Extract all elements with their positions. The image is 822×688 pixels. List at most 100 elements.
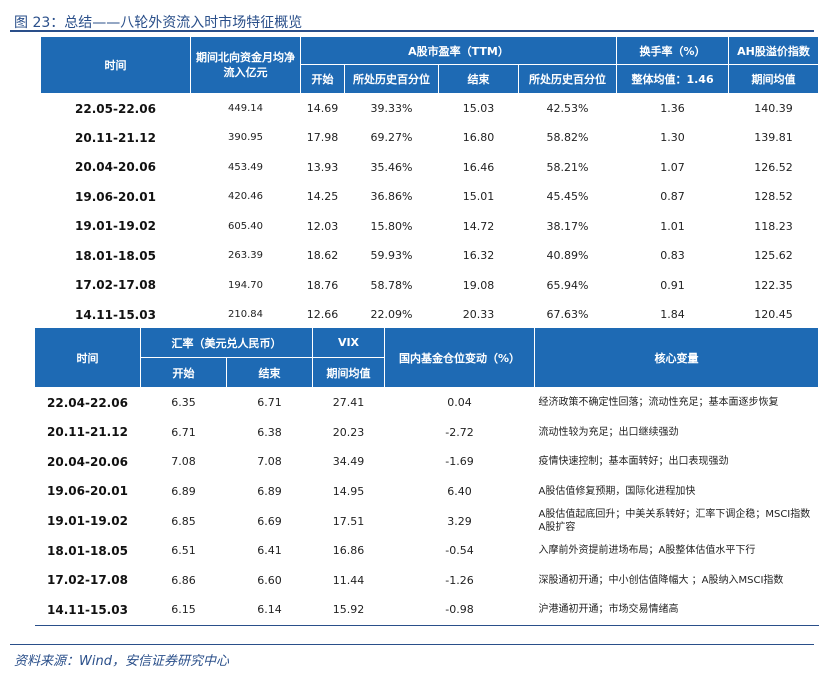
fund-change-cell: -0.98 [384,595,535,626]
vix-cell: 27.41 [312,387,385,418]
pe-start-cell: 14.69 [300,93,345,123]
fund-change-cell: -0.54 [445,544,474,558]
table-row: 20.04-20.06 7.08 7.08 34.49 -1.69 疫情快速控制… [35,447,819,477]
pe-end-percentile-cell: 58.21% [546,160,589,174]
vix-cell: 11.44 [332,573,365,587]
pe-end-cell: 16.32 [462,249,495,263]
flow-cell: 449.14 [190,93,301,123]
fx-end-cell: 6.89 [257,484,282,498]
pe-start-percentile-cell: 22.09% [344,300,439,330]
header-ah-period-average: 期间均值 [728,64,820,94]
core-variable-cell: A股估值修复预期，国际化进程加快 [538,485,696,497]
vix-cell: 20.23 [332,425,365,439]
turnover-cell: 1.30 [660,131,685,145]
period-cell: 20.04-20.06 [75,160,156,175]
ah-premium-cell: 125.62 [754,249,793,263]
table-row: 14.11-15.03 210.84 12.66 22.09% 20.33 67… [40,300,819,330]
fx-end-cell: 7.08 [257,455,282,469]
period-cell: 19.06-20.01 [47,484,128,499]
ah-premium-cell: 128.52 [754,190,793,204]
core-variable-cell: 入摩前外资提前进场布局；A股整体估值水平下行 [538,545,756,557]
header-pe-start-percentile: 所处历史百分位 [344,64,439,94]
header-ah-premium-group: AH股溢价指数 [728,36,820,65]
ah-premium-cell: 120.45 [728,300,819,330]
fx-start-cell: 7.08 [171,455,196,469]
table-row: 19.01-19.02 6.85 6.69 17.51 3.29 A股估值起底回… [35,506,819,536]
header-pe-end-percentile: 所处历史百分位 [517,64,618,94]
pe-end-percentile-cell: 38.17% [546,219,589,233]
header-time: 时间 [34,327,141,388]
core-variable-cell: A股估值起底回升；中美关系转好；汇率下调企稳；MSCI指数A股扩容 [538,509,811,534]
pe-end-percentile-cell: 58.82% [546,131,589,145]
period-cell: 17.02-17.08 [47,573,128,588]
period-cell: 19.01-19.02 [47,514,128,529]
pe-start-cell: 14.25 [306,190,339,204]
core-variable-cell: 经济政策不确定性回落；流动性充足；基本面逐步恢复 [534,387,819,418]
flow-cell: 605.40 [228,220,263,232]
table-row: 19.06-20.01 420.46 14.25 36.86% 15.01 45… [41,182,819,212]
pe-start-cell: 12.03 [306,219,339,233]
source-note: 资料来源：Wind，安信证券研究中心 [14,654,229,669]
table-row: 17.02-17.08 194.70 18.76 58.78% 19.08 65… [41,271,819,301]
header-fund-position-change: 国内基金仓位变动（%） [384,327,535,388]
source-rule [10,644,814,645]
table-row: 22.05-22.06 449.14 14.69 39.33% 15.03 42… [40,93,819,123]
fx-end-cell: 6.14 [226,595,313,626]
period-cell: 14.11-15.03 [34,595,141,626]
fx-start-cell: 6.71 [171,425,196,439]
table-row: 19.06-20.01 6.89 6.89 14.95 6.40 A股估值修复预… [35,477,819,507]
core-variable-cell: 流动性较为充足；出口继续强劲 [538,426,679,438]
pe-end-percentile-cell: 65.94% [546,278,589,292]
pe-end-percentile-cell: 67.63% [518,300,617,330]
flow-cell: 453.49 [228,161,263,173]
flow-cell: 263.39 [228,250,263,262]
pe-start-cell: 18.76 [306,278,339,292]
fx-start-cell: 6.51 [171,544,196,558]
period-cell: 20.04-20.06 [47,454,128,469]
pe-start-percentile-cell: 69.27% [370,131,413,145]
header-time: 时间 [40,36,191,94]
pe-start-percentile-cell: 35.46% [370,160,413,174]
fx-start-cell: 6.89 [171,484,196,498]
fund-change-cell: 3.29 [447,514,472,528]
table-row: 20.11-21.12 390.95 17.98 69.27% 16.80 58… [41,123,819,153]
period-cell: 22.05-22.06 [40,93,191,123]
ah-premium-cell: 126.52 [754,160,793,174]
pe-start-percentile-cell: 36.86% [370,190,413,204]
period-cell: 20.11-21.12 [75,130,156,145]
fund-change-cell: 6.40 [447,484,472,498]
fx-end-cell: 6.38 [257,425,282,439]
header-northbound-flow: 期间北向资金月均净流入亿元 [190,36,301,94]
pe-start-cell: 12.66 [300,300,345,330]
header-vix-group: VIX [312,327,385,358]
pe-end-cell: 16.80 [462,131,495,145]
pe-start-cell: 13.93 [306,160,339,174]
pe-end-cell: 19.08 [462,278,495,292]
period-cell: 22.04-22.06 [34,387,141,418]
core-variable-cell: 深股通初开通；中小创估值降幅大 ；A股纳入MSCI指数 [538,574,784,586]
table-row: 18.01-18.05 6.51 6.41 16.86 -0.54 入摩前外资提… [35,536,819,566]
pe-end-cell: 20.33 [438,300,519,330]
table-row: 22.04-22.06 6.35 6.71 27.41 0.04 经济政策不确定… [34,387,819,418]
pe-start-percentile-cell: 58.78% [370,278,413,292]
pe-start-percentile-cell: 15.80% [370,219,413,233]
fx-start-cell: 6.35 [140,387,227,418]
header-pe-start: 开始 [300,64,345,94]
period-cell: 18.01-18.05 [75,248,156,263]
ah-premium-cell: 139.81 [754,131,793,145]
turnover-cell: 1.07 [660,160,685,174]
figure-title: 图 23：总结——八轮外资流入时市场特征概览 [14,15,303,31]
header-pe-end: 结束 [438,64,519,94]
pe-start-percentile-cell: 59.93% [370,249,413,263]
vix-cell: 15.92 [312,595,385,626]
fx-end-cell: 6.71 [226,387,313,418]
title-rule [10,30,814,32]
fund-change-cell: 0.04 [384,387,535,418]
pe-start-cell: 18.62 [306,249,339,263]
period-cell: 18.01-18.05 [47,543,128,558]
header-fx-end: 结束 [226,357,313,388]
flow-cell: 194.70 [228,279,263,291]
fx-start-cell: 6.86 [171,573,196,587]
table-row: 18.01-18.05 263.39 18.62 59.93% 16.32 40… [41,241,819,271]
flow-cell: 210.84 [190,300,301,330]
